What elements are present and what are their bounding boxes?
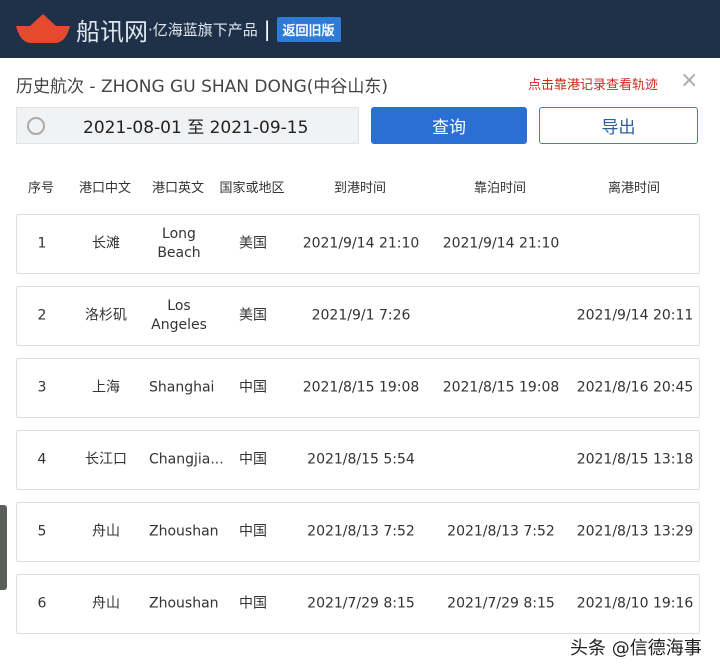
cell-port-en: Shanghai — [149, 379, 215, 396]
export-button[interactable]: 导出 — [539, 107, 698, 144]
column-header-index: 序号 — [27, 181, 55, 196]
cell-index: 2 — [37, 307, 47, 324]
cell-berth-time: 2021/8/15 19:08 — [442, 379, 560, 396]
clock-icon — [27, 116, 45, 135]
cell-departure-time: 2021/8/10 19:16 — [576, 595, 694, 612]
top-bar: 船讯网 ·亿海蓝旗下产品 | 返回旧版 — [0, 0, 720, 58]
page-title: 历史航次 - ZHONG GU SHAN DONG(中谷山东) — [16, 77, 389, 97]
column-header-country: 国家或地区 — [219, 181, 285, 196]
cell-port-cn: 长滩 — [92, 235, 120, 252]
cell-berth-time: 2021/8/13 7:52 — [447, 523, 555, 540]
cell-index: 3 — [37, 379, 47, 396]
cell-arrival-time: 2021/8/13 7:52 — [307, 523, 415, 540]
cell-arrival-time: 2021/8/15 5:54 — [307, 451, 415, 468]
cell-country: 中国 — [239, 595, 267, 612]
query-button[interactable]: 查询 — [371, 107, 527, 144]
side-scroll-handle[interactable] — [0, 505, 7, 590]
old-version-button[interactable]: 返回旧版 — [276, 16, 341, 42]
cell-arrival-time: 2021/8/15 19:08 — [302, 379, 420, 396]
cell-country: 中国 — [239, 451, 267, 468]
cell-berth-time: 2021/9/14 21:10 — [442, 235, 560, 252]
cell-arrival-time: 2021/9/14 21:10 — [302, 235, 420, 252]
cell-port-en: Changjia... — [149, 451, 224, 468]
cell-country: 美国 — [239, 307, 267, 324]
table-row[interactable]: 5 舟山 Zhoushan 中国 2021/8/13 7:52 2021/8/13 7:5… — [16, 502, 700, 562]
ship-logo-icon — [16, 14, 70, 44]
cell-index: 5 — [37, 523, 47, 540]
table-row[interactable]: 2 洛杉矶 Los Angeles 美国 2021/9/1 7:26 2021/9/14 … — [16, 286, 700, 346]
cell-index: 6 — [37, 595, 47, 612]
column-header-port-en: 港口英文 — [151, 181, 205, 196]
separator: | — [263, 17, 271, 41]
column-header-port-cn: 港口中文 — [78, 181, 132, 196]
cell-port-en: Los Angeles — [151, 298, 207, 333]
column-header-arrival-time: 到港时间 — [333, 181, 387, 196]
date-range-value: 2021-08-01 至 2021-09-15 — [83, 118, 309, 138]
cell-port-cn: 舟山 — [92, 595, 120, 612]
cell-arrival-time: 2021/7/29 8:15 — [307, 595, 415, 612]
close-icon[interactable]: × — [680, 70, 698, 92]
table-row[interactable]: 3 上海 Shanghai 中国 2021/8/15 19:08 2021/8/15 19… — [16, 358, 700, 418]
cell-port-en: Zhoushan — [149, 595, 219, 612]
cell-berth-time: 2021/7/29 8:15 — [447, 595, 555, 612]
table-row[interactable]: 6 舟山 Zhoushan 中国 2021/7/29 8:15 2021/7/29 8:1… — [16, 574, 700, 634]
cell-country: 中国 — [239, 523, 267, 540]
date-range-input[interactable]: 2021-08-01 至 2021-09-15 — [16, 107, 359, 144]
cell-country: 中国 — [239, 379, 267, 396]
cell-port-cn: 洛杉矶 — [85, 307, 127, 324]
cell-port-cn: 上海 — [92, 379, 120, 396]
track-hint: 点击靠港记录查看轨迹 — [528, 78, 659, 93]
brand-name: 船讯网 — [76, 17, 148, 46]
cell-port-en: Zhoushan — [149, 523, 219, 540]
cell-index: 4 — [37, 451, 47, 468]
table-row[interactable]: 1 长滩 Long Beach 美国 2021/9/14 21:10 2021/9/14 … — [16, 214, 700, 274]
cell-arrival-time: 2021/9/1 7:26 — [311, 307, 411, 324]
cell-departure-time: 2021/8/15 13:18 — [576, 451, 694, 468]
table-row[interactable]: 4 长江口 Changjia... 中国 2021/8/15 5:54 2021/8/15… — [16, 430, 700, 490]
brand-subtitle: ·亿海蓝旗下产品 — [148, 20, 258, 39]
cell-port-cn: 长江口 — [85, 451, 127, 468]
cell-index: 1 — [37, 235, 47, 252]
cell-departure-time: 2021/9/14 20:11 — [576, 307, 694, 324]
cell-port-en: Long Beach — [157, 226, 201, 261]
cell-departure-time: 2021/8/13 13:29 — [576, 523, 694, 540]
column-header-departure-time: 离港时间 — [607, 181, 661, 196]
column-header-berth-time: 靠泊时间 — [473, 181, 527, 196]
cell-departure-time: 2021/8/16 20:45 — [576, 379, 694, 396]
watermark: 头条 @信德海事 — [570, 638, 702, 659]
cell-country: 美国 — [239, 235, 267, 252]
cell-port-cn: 舟山 — [92, 523, 120, 540]
